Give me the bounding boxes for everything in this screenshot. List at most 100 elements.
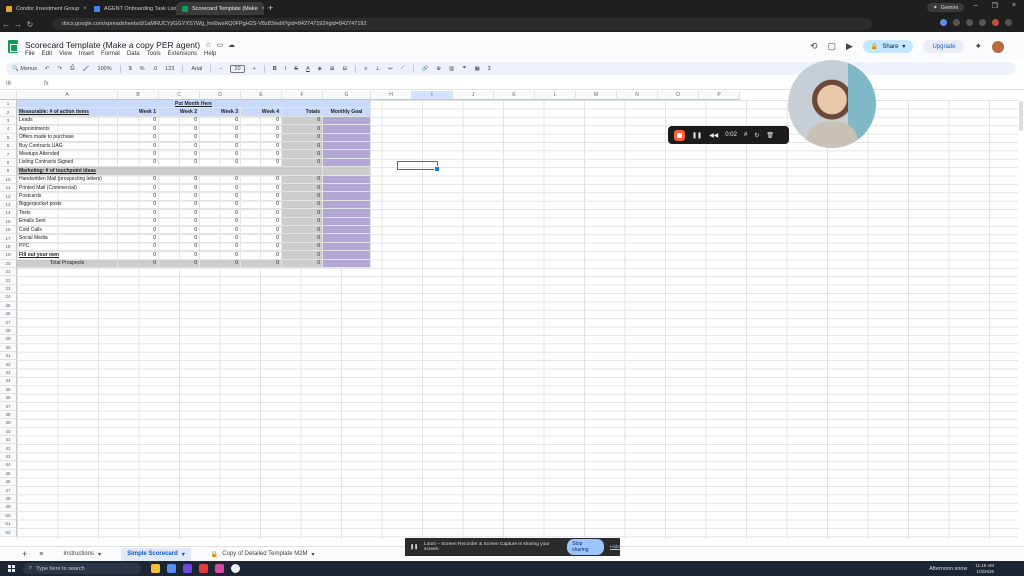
select-all-corner[interactable] <box>0 91 17 100</box>
upgrade-button[interactable]: Upgrade <box>923 40 965 53</box>
total-value[interactable]: 0 <box>282 150 323 159</box>
column-header-d[interactable]: D <box>200 91 241 100</box>
week-value[interactable]: 0 <box>241 217 282 226</box>
font-size-input[interactable]: 10 <box>230 64 245 73</box>
week-value[interactable]: 0 <box>118 184 159 193</box>
stop-sharing-button[interactable]: Stop sharing <box>567 539 605 555</box>
row-header[interactable]: 30 <box>0 343 17 352</box>
zoom-select[interactable]: 100% <box>98 66 112 72</box>
app-icon[interactable] <box>199 564 208 573</box>
monthly-goal-cell[interactable] <box>323 192 371 201</box>
row-label[interactable]: PPC <box>17 242 118 252</box>
history-icon[interactable]: ⟲ <box>810 41 818 52</box>
week-value[interactable]: 0 <box>159 217 200 226</box>
row-header[interactable]: 5 <box>0 133 17 142</box>
print-icon[interactable]: ⎙ <box>70 65 74 72</box>
app-icon[interactable] <box>167 564 176 573</box>
restart-icon[interactable]: ↻ <box>754 132 759 139</box>
chart-icon[interactable]: ▥ <box>449 66 454 72</box>
total-value[interactable]: 0 <box>282 209 323 218</box>
menu-format[interactable]: Format <box>101 51 120 57</box>
fill-color-icon[interactable]: ◈ <box>318 66 322 72</box>
star-icon[interactable]: ☆ <box>205 41 211 49</box>
measurable-title[interactable]: Measurable: # of action items <box>17 108 118 117</box>
row-header[interactable]: 1 <box>0 100 17 109</box>
week-header[interactable]: Week 1 <box>118 108 159 117</box>
week-value[interactable]: 0 <box>118 142 159 151</box>
row-header[interactable]: 47 <box>0 486 17 495</box>
selected-cell[interactable] <box>397 161 440 172</box>
week-value[interactable]: 0 <box>241 251 282 260</box>
row-label[interactable]: Meetups Attended <box>17 150 118 159</box>
browser-tab-scorecard[interactable]: Scorecard Template (Make × <box>176 2 264 15</box>
column-header-f[interactable]: F <box>282 91 323 100</box>
maximize-icon[interactable]: ❐ <box>992 2 998 10</box>
row-header[interactable]: 27 <box>0 318 17 327</box>
row-label[interactable]: Texts <box>17 209 118 218</box>
browser-tab-onboarding[interactable]: AGENT Onboarding Task List × <box>88 2 176 15</box>
row-header[interactable]: 18 <box>0 242 17 252</box>
row-header[interactable]: 11 <box>0 184 17 193</box>
week-value[interactable]: 0 <box>118 116 159 126</box>
rotate-icon[interactable]: ⟋ <box>401 65 405 72</box>
row-header[interactable]: 8 <box>0 158 17 168</box>
decimal-button[interactable]: .0 <box>153 66 158 72</box>
wrap-icon[interactable]: ↩ <box>388 66 393 72</box>
minimize-icon[interactable]: – <box>974 2 978 10</box>
font-size-decrease[interactable]: – <box>219 66 222 72</box>
monthly-goal-cell[interactable] <box>323 184 371 193</box>
monthly-goal-cell[interactable] <box>323 217 371 226</box>
column-header-i[interactable]: I <box>412 91 453 100</box>
forward-icon[interactable]: → <box>12 20 24 29</box>
total-value[interactable]: 0 <box>282 251 323 260</box>
total-value[interactable]: 0 <box>282 200 323 210</box>
borders-icon[interactable]: ⊞ <box>330 66 335 72</box>
monthly-goal-cell[interactable] <box>323 167 371 176</box>
column-header-e[interactable]: E <box>241 91 282 100</box>
menu-insert[interactable]: Insert <box>79 51 94 57</box>
move-folder-icon[interactable]: ▭ <box>216 41 223 49</box>
gemini-sparkle-icon[interactable]: ✦ <box>974 41 982 52</box>
week-value[interactable]: 0 <box>200 175 241 184</box>
week-value[interactable]: 0 <box>118 133 159 142</box>
bold-icon[interactable]: B <box>273 66 277 72</box>
week-value[interactable]: 0 <box>159 209 200 218</box>
week-value[interactable]: 0 <box>118 125 159 134</box>
total-value[interactable]: 0 <box>282 217 323 226</box>
stop-recording-icon[interactable] <box>674 129 685 141</box>
monthly-goal-cell[interactable] <box>323 209 371 218</box>
week-value[interactable]: 0 <box>241 150 282 159</box>
row-header[interactable]: 25 <box>0 301 17 310</box>
column-header-h[interactable]: H <box>371 91 412 100</box>
row-header[interactable]: 7 <box>0 150 17 159</box>
menu-edit[interactable]: Edit <box>42 51 52 57</box>
column-header-o[interactable]: O <box>658 91 699 100</box>
row-header[interactable]: 10 <box>0 175 17 184</box>
row-header[interactable]: 48 <box>0 494 17 504</box>
week-value[interactable]: 0 <box>200 133 241 142</box>
monthly-goal-header[interactable]: Monthly Goal <box>323 108 371 117</box>
column-header-m[interactable]: M <box>576 91 617 100</box>
row-label[interactable]: Appointments <box>17 125 118 134</box>
row-header[interactable]: 2 <box>0 108 17 117</box>
menu-file[interactable]: File <box>25 51 35 57</box>
row-header[interactable]: 6 <box>0 142 17 151</box>
row-header[interactable]: 31 <box>0 352 17 361</box>
week-value[interactable]: 0 <box>241 116 282 126</box>
row-header[interactable]: 33 <box>0 368 17 378</box>
row-header[interactable]: 43 <box>0 452 17 462</box>
vertical-scrollbar[interactable] <box>1018 91 1024 539</box>
row-label[interactable]: Emails Sent <box>17 217 118 226</box>
row-label[interactable]: Buy Contracts UAG <box>17 142 118 151</box>
total-prospects-label[interactable]: Total Prospects <box>17 259 118 268</box>
week-value[interactable]: 0 <box>159 133 200 142</box>
week-value[interactable]: 0 <box>159 125 200 134</box>
comments-icon[interactable]: ▢ <box>827 41 836 52</box>
week-value[interactable]: 0 <box>241 234 282 243</box>
row-label[interactable]: Social Media <box>17 234 118 243</box>
link-icon[interactable]: 🔗 <box>422 66 429 72</box>
row-header[interactable]: 41 <box>0 436 17 445</box>
row-header[interactable]: 38 <box>0 410 17 420</box>
close-icon[interactable]: × <box>83 6 87 12</box>
week-value[interactable]: 0 <box>200 217 241 226</box>
